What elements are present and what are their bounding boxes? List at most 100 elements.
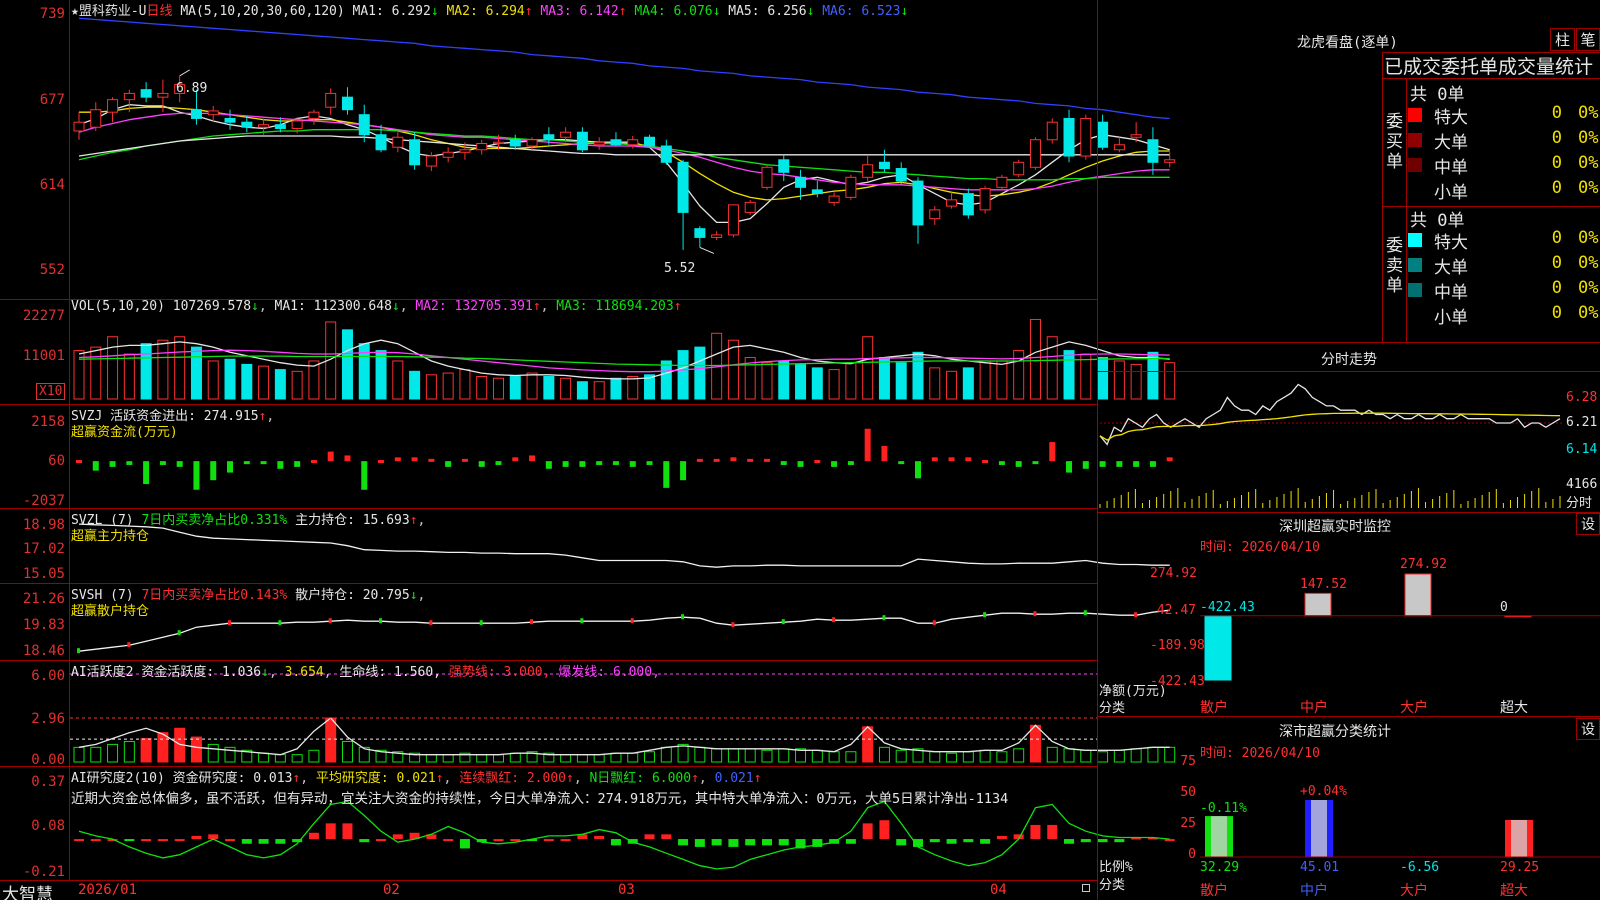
activity-bar [627, 752, 639, 763]
ma-line-MA6 [78, 17, 1170, 120]
order-size-label: 小单 [1434, 308, 1468, 328]
candle-body [258, 124, 270, 128]
activity-bar [862, 726, 874, 763]
fund-flow-bar [294, 461, 301, 467]
activity-bar [274, 754, 286, 763]
sscf-category: 散户 [1200, 883, 1228, 899]
fund-flow-bar [747, 458, 754, 462]
fund-flow-bar [646, 461, 653, 465]
ma5-value: MA5: 6.256 [728, 4, 807, 19]
lhkp-sep [1097, 342, 1600, 343]
fszs-title: 分时走势 [1321, 352, 1377, 368]
volume-bar [241, 363, 253, 400]
research-bar [376, 839, 387, 842]
fszs-sep [1097, 512, 1600, 513]
lhkp-title: 龙虎看盘(逐单) [1297, 35, 1398, 51]
research-bar [258, 839, 269, 844]
aihy-a: 资金活跃度: 1.036 [141, 665, 262, 680]
research-bar [1030, 824, 1041, 840]
lock-icon[interactable] [1082, 884, 1090, 892]
research-bar [1047, 824, 1058, 840]
retail-tick [1134, 612, 1138, 618]
candle-body [660, 145, 672, 163]
vol-tick: 11001 [22, 348, 65, 364]
order-percent: 0% [1578, 278, 1599, 298]
candle-body [627, 139, 639, 146]
volume-bar [442, 372, 454, 400]
low-label: 5.52 [664, 261, 696, 276]
activity-bar [157, 732, 169, 763]
activity-bar [1080, 749, 1092, 763]
sscf-change-label: +0.04% [1300, 784, 1347, 799]
activity-bar [845, 751, 857, 763]
main-chart-canvas[interactable] [0, 0, 1600, 900]
fund-flow-bar [1015, 461, 1022, 467]
research-bar [661, 834, 672, 840]
fund-flow-bar [814, 460, 821, 464]
research-bar [493, 839, 504, 842]
candle-body [962, 193, 974, 216]
order-percent: 0% [1578, 228, 1599, 248]
activity-bar [107, 743, 119, 763]
volume-bar [157, 339, 169, 400]
fund-flow-bar [612, 461, 619, 465]
fszs-tick: 6.21 [1566, 415, 1598, 430]
candle-body [744, 201, 756, 213]
research-bar [141, 839, 152, 842]
aihy-b: 3.654 [284, 665, 324, 680]
aiyj-d: N日飘红: 6.000 [589, 771, 692, 786]
sell-row-3: 小单 0 0% [1408, 303, 1600, 328]
lhkp-sep [1382, 78, 1600, 79]
order-size-label: 大单 [1434, 133, 1468, 153]
fund-flow-bar [344, 455, 351, 462]
stock-title[interactable]: 盟科药业-U [79, 4, 147, 19]
fund-flow-bar [1066, 461, 1073, 473]
activity-bar [1097, 751, 1109, 763]
vol-tick: 22277 [22, 308, 65, 324]
activity-bar [811, 749, 823, 763]
fund-flow-bar [310, 460, 317, 464]
period-label[interactable]: 日线 [146, 4, 172, 19]
order-count: 0 [1551, 228, 1562, 248]
order-percent: 0% [1578, 153, 1599, 173]
research-bar [1097, 839, 1108, 843]
fund-flow-bar [260, 461, 267, 465]
candle-body [811, 189, 823, 195]
activity-bar [90, 746, 102, 763]
candle-body [543, 134, 555, 141]
volume-bar [962, 367, 974, 400]
aihy-tick: 6.00 [31, 668, 65, 684]
sscf-settings-button[interactable]: 设 [1576, 718, 1600, 740]
fund-flow-bar [663, 461, 670, 488]
candle-body [341, 96, 353, 111]
research-bar [845, 839, 856, 844]
aiyj-e: 0.021 [714, 771, 754, 786]
fund-flow-bar [596, 461, 603, 465]
tick-view-button[interactable]: 笔 [1576, 28, 1600, 51]
activity-bar [73, 746, 85, 763]
color-swatch [1408, 258, 1422, 272]
order-size-label: 小单 [1434, 183, 1468, 203]
lhkp-sep [1382, 52, 1600, 53]
activity-bar [560, 754, 572, 763]
research-bar [980, 839, 991, 844]
sscf-value-label: 32.29 [1200, 860, 1240, 875]
fund-flow-bar [126, 461, 133, 465]
color-swatch [1408, 183, 1422, 197]
lhkp-vsep [1382, 52, 1383, 342]
volume-bar [1164, 362, 1176, 400]
order-count: 0 [1551, 178, 1562, 198]
bar-view-button[interactable]: 柱 [1550, 28, 1575, 51]
fund-flow-bar [998, 461, 1005, 465]
app-brand[interactable]: 大智慧 [2, 880, 53, 900]
research-bar [946, 839, 957, 844]
order-percent: 0% [1578, 303, 1599, 323]
activity-bar [644, 751, 656, 763]
candle-body [107, 99, 119, 113]
research-bar [225, 839, 236, 842]
szcy-settings-button[interactable]: 设 [1576, 513, 1600, 535]
aihy-e: 爆发线: 6.000, [558, 665, 660, 680]
activity-bar [1130, 748, 1142, 763]
vol-unit-badge[interactable]: X10 [36, 383, 66, 400]
order-size-label: 中单 [1434, 158, 1468, 178]
